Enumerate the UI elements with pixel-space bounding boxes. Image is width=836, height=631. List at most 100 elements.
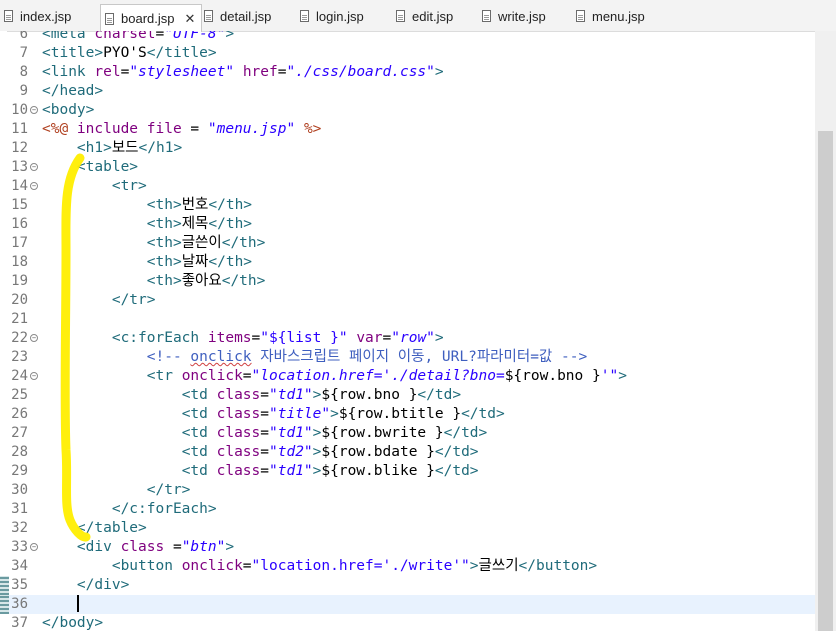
code-line[interactable]: 12 <h1>보드</h1>	[0, 139, 815, 158]
tab-write-jsp[interactable]: write.jsp	[482, 5, 546, 27]
code-text: <div class ="btn">	[42, 538, 234, 557]
code-line[interactable]: 13− <table>	[0, 158, 815, 177]
code-line[interactable]: 37 </body>	[0, 614, 815, 631]
line-number: 32	[11, 520, 28, 536]
code-token: <th>	[146, 235, 182, 251]
code-line[interactable]: 6 <meta charset="UTF-8">	[0, 31, 815, 44]
code-line[interactable]: 22− <c:forEach items="${list }" var="row…	[0, 329, 815, 348]
code-line[interactable]: 7 <title>PYO'S</title>	[0, 44, 815, 63]
code-line[interactable]: 25 <td class="td1">${row.bno }</td>	[0, 386, 815, 405]
fold-toggle-icon[interactable]: −	[30, 182, 38, 190]
tab-edit-jsp[interactable]: edit.jsp	[396, 5, 453, 27]
code-token: <div	[76, 539, 121, 555]
code-token: </tr>	[111, 292, 156, 308]
fold-toggle-icon[interactable]: −	[30, 106, 38, 114]
line-number: 15	[11, 197, 28, 213]
code-line[interactable]: 31 </c:forEach>	[0, 500, 815, 519]
code-line[interactable]: 20 </tr>	[0, 291, 815, 310]
code-text: <link rel="stylesheet" href="./css/board…	[42, 63, 444, 82]
code-line[interactable]: 21	[0, 310, 815, 329]
code-token: "btn"	[181, 539, 226, 555]
code-token: </c:forEach>	[111, 501, 217, 517]
tab-index-jsp[interactable]: index.jsp	[4, 5, 71, 27]
code-token: <th>	[146, 273, 182, 289]
code-line[interactable]: 18 <th>날짜</th>	[0, 253, 815, 272]
code-line[interactable]: 28 <td class="td2">${row.bdate }</td>	[0, 443, 815, 462]
code-token: <button	[111, 558, 182, 574]
code-token: =	[260, 425, 269, 441]
code-line[interactable]: 16 <th>제목</th>	[0, 215, 815, 234]
code-line[interactable]: 10− <body>	[0, 101, 815, 120]
line-number: 16	[11, 216, 28, 232]
code-token: <th>	[146, 197, 182, 213]
fold-toggle-icon[interactable]: −	[30, 334, 38, 342]
code-line[interactable]: 35 </div>	[0, 576, 815, 595]
code-line[interactable]: 17 <th>글쓴이</th>	[0, 234, 815, 253]
code-token: <c:forEach	[111, 330, 208, 346]
code-line[interactable]: 11 <%@ include file = "menu.jsp" %>	[0, 120, 815, 139]
code-line[interactable]: 24− <tr onclick="location.href='./detail…	[0, 367, 815, 386]
jsp-file-icon	[300, 10, 309, 22]
code-token: <td	[181, 387, 217, 403]
code-token: </th>	[221, 235, 266, 251]
code-token: </td>	[417, 387, 462, 403]
tab-login-jsp[interactable]: login.jsp	[300, 5, 364, 27]
code-line[interactable]: 34 <button onclick="location.href='./wri…	[0, 557, 815, 576]
tab-board-jsp[interactable]: board.jsp ✕	[100, 4, 203, 32]
code-token: "td1"	[269, 463, 313, 479]
code-token: ${row.bno }	[321, 387, 418, 403]
code-token: <title>	[42, 45, 104, 61]
code-token: "title"	[269, 406, 331, 422]
vertical-scrollbar[interactable]	[815, 31, 836, 631]
code-editor[interactable]: 6 <meta charset="UTF-8"> 7 <title>PYO'S</ti…	[0, 31, 815, 631]
fold-toggle-icon[interactable]: −	[30, 163, 38, 171]
line-number: 36	[11, 596, 28, 612]
code-text: <c:forEach items="${list }" var="row">	[42, 329, 444, 348]
code-line[interactable]: 33− <div class ="btn">	[0, 538, 815, 557]
tab-menu-jsp[interactable]: menu.jsp	[576, 5, 645, 27]
code-token: =	[260, 406, 269, 422]
code-text: <table>	[42, 158, 138, 177]
line-number: 18	[11, 254, 28, 270]
code-line[interactable]: 19 <th>좋아요</th>	[0, 272, 815, 291]
code-token: <td	[181, 406, 217, 422]
line-number: 25	[11, 387, 28, 403]
code-line[interactable]: 26 <td class="title">${row.btitle }</td>	[0, 405, 815, 424]
code-line[interactable]: 14− <tr>	[0, 177, 815, 196]
code-line[interactable]: 27 <td class="td1">${row.bwrite }</td>	[0, 424, 815, 443]
code-token: ${row.bwrite }	[321, 425, 444, 441]
editor-tab-bar: index.jsp board.jsp ✕ detail.jsp login.jsp ed…	[0, 0, 836, 32]
code-line[interactable]: 9 </head>	[0, 82, 815, 101]
scrollbar-thumb[interactable]	[818, 131, 833, 631]
code-line[interactable]: 32 </table>	[0, 519, 815, 538]
code-line[interactable]: 23 <!-- onclick 자바스크립트 페이지 이동, URL?파라미터=…	[0, 348, 815, 367]
line-number: 23	[11, 349, 28, 365]
tab-detail-jsp[interactable]: detail.jsp	[204, 5, 271, 27]
fold-toggle-icon[interactable]: −	[30, 543, 38, 551]
fold-toggle-icon[interactable]: −	[30, 372, 38, 380]
code-token: class	[216, 463, 261, 479]
close-tab-icon[interactable]: ✕	[184, 11, 195, 27]
code-token: <!--	[146, 349, 191, 365]
code-line[interactable]: 36	[0, 595, 815, 614]
line-number: 19	[11, 273, 28, 289]
code-token: <td	[181, 425, 217, 441]
code-line[interactable]: 30 </tr>	[0, 481, 815, 500]
code-token: "td2"	[269, 444, 313, 460]
code-text: </div>	[42, 576, 129, 595]
code-line[interactable]: 29 <td class="td1">${row.blike }</td>	[0, 462, 815, 481]
code-token: >	[618, 368, 627, 384]
code-text: <tr>	[42, 177, 147, 196]
line-number: 6	[19, 31, 28, 42]
code-token: '"	[600, 368, 619, 384]
line-number: 21	[11, 311, 28, 327]
code-text: <td class="title">${row.btitle }</td>	[42, 405, 505, 424]
code-line[interactable]: 8 <link rel="stylesheet" href="./css/boar…	[0, 63, 815, 82]
code-line[interactable]: 15 <th>번호</th>	[0, 196, 815, 215]
